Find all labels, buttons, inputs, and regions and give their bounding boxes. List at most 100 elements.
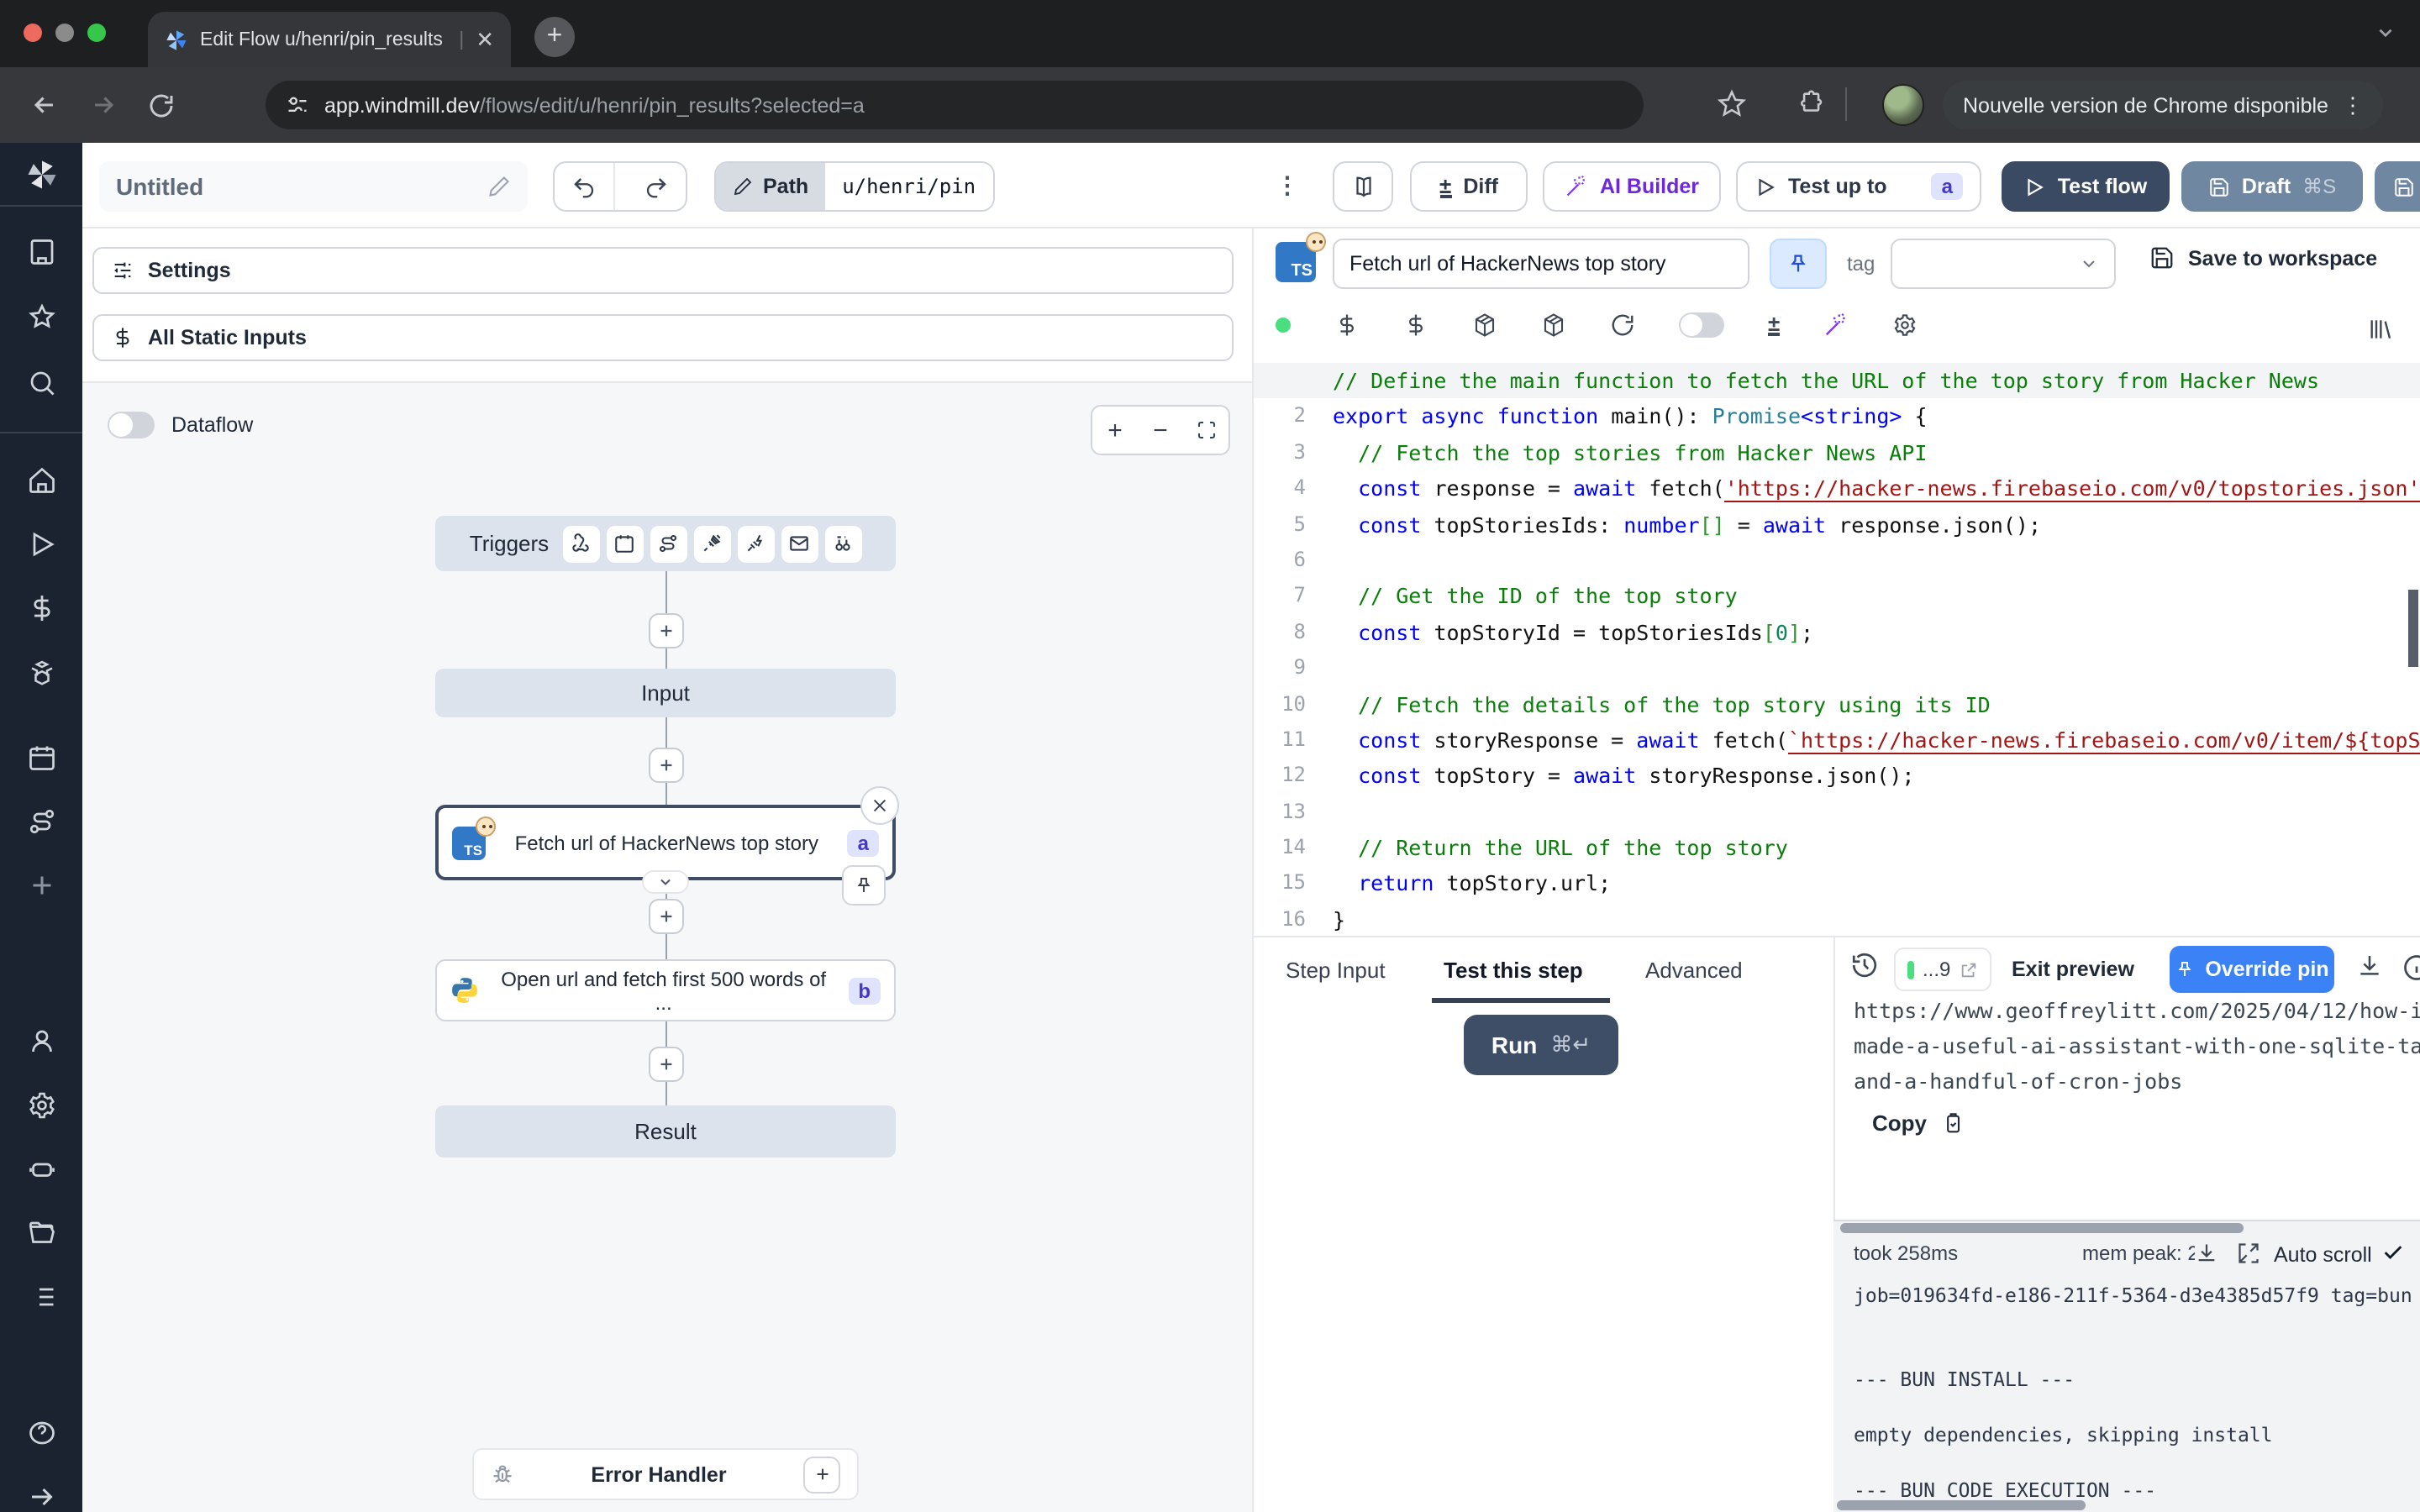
close-window-button[interactable]	[24, 24, 42, 42]
error-handler-node[interactable]: Error Handler	[472, 1448, 859, 1500]
edit-pencil-icon[interactable]	[487, 175, 511, 198]
result-url[interactable]: https://www.geoffreylitt.com/2025/04/12/…	[1854, 993, 2408, 1099]
back-icon[interactable]	[30, 91, 59, 119]
package-icon[interactable]	[1541, 312, 1566, 338]
insert-step-button[interactable]	[649, 1047, 684, 1082]
run-button[interactable]: Run ⌘↵	[1464, 1015, 1618, 1075]
sidebar-item-account[interactable]	[26, 1026, 56, 1057]
code-content[interactable]: // Define the main function to fetch the…	[1333, 363, 2420, 936]
tag-select[interactable]	[1891, 239, 2116, 289]
url-field[interactable]: app.windmill.dev/flows/edit/u/henri/pin_…	[266, 81, 1644, 129]
undo-button[interactable]	[555, 163, 615, 210]
pin-toggle-button[interactable]	[1770, 239, 1827, 289]
logs-scrollbar-horizontal[interactable]	[1840, 1223, 2244, 1233]
triggers-node[interactable]: Triggers	[435, 516, 896, 571]
tab-advanced[interactable]: Advanced	[1645, 958, 1743, 983]
ai-assistant-icon[interactable]	[1823, 312, 1849, 338]
logs-scrollbar-bottom[interactable]	[1837, 1500, 2086, 1510]
pin-node-button[interactable]	[842, 865, 886, 906]
result-node[interactable]: Result	[435, 1105, 896, 1158]
redo-button[interactable]	[627, 163, 686, 210]
insert-step-button[interactable]	[649, 748, 684, 783]
fullscreen-button[interactable]	[1183, 407, 1228, 454]
reload-icon[interactable]	[148, 92, 175, 118]
sidebar-item-settings[interactable]	[26, 1090, 56, 1121]
exit-preview-button[interactable]: Exit preview	[2012, 958, 2134, 981]
step-title-input[interactable]: Fetch url of HackerNews top story	[1333, 239, 1749, 289]
profile-avatar[interactable]	[1882, 84, 1924, 126]
site-settings-icon[interactable]	[286, 93, 309, 117]
diff-button[interactable]: ± Diff	[1410, 161, 1528, 212]
sidebar-item-queues[interactable]	[26, 1282, 56, 1312]
sidebar-item-schedules[interactable]	[26, 743, 56, 773]
history-icon[interactable]	[1850, 951, 1879, 979]
editor-scrollbar[interactable]	[2408, 590, 2418, 667]
insert-step-button[interactable]	[649, 613, 684, 648]
draft-button[interactable]: Draft ⌘S	[2181, 161, 2363, 212]
dataflow-toggle[interactable]	[108, 412, 155, 438]
zoom-in-button[interactable]: +	[1092, 407, 1138, 454]
check-icon[interactable]	[2381, 1240, 2405, 1263]
flow-graph-canvas[interactable]: Dataflow + − Triggers	[82, 381, 1252, 1512]
chrome-update-button[interactable]: Nouvelle version de Chrome disponible ⋮	[1943, 81, 2384, 129]
browser-tab[interactable]: Edit Flow u/henri/pin_results | ✕	[148, 12, 511, 67]
help-icon[interactable]	[26, 1418, 56, 1448]
resources-icon[interactable]	[1403, 312, 1428, 338]
collapse-sidebar-icon[interactable]	[26, 1482, 56, 1512]
forward-icon[interactable]	[89, 91, 118, 119]
save-to-workspace-button[interactable]: Save to workspace	[2149, 245, 2377, 270]
zoom-out-button[interactable]: −	[1138, 407, 1183, 454]
email-trigger-icon[interactable]	[781, 525, 818, 562]
sidebar-item-workspace[interactable]	[26, 237, 56, 267]
variables-icon[interactable]	[1334, 312, 1360, 338]
flow-name-field[interactable]: Untitled	[99, 161, 528, 212]
deploy-button[interactable]: Deploy	[2375, 161, 2420, 212]
sidebar-item-runs[interactable]	[26, 529, 56, 559]
step-b-node[interactable]: Open url and fetch first 500 words of ..…	[435, 959, 896, 1021]
sidebar-item-resources[interactable]	[26, 657, 56, 687]
sidebar-item-home[interactable]	[26, 465, 56, 496]
gear-icon[interactable]	[1892, 312, 1918, 338]
tab-close-icon[interactable]: ✕	[476, 26, 494, 53]
delete-step-button[interactable]	[860, 786, 899, 825]
kafka-trigger-icon[interactable]	[737, 525, 774, 562]
job-id-pill[interactable]: ...9	[1894, 948, 1991, 991]
input-node[interactable]: Input	[435, 669, 896, 717]
diff-icon[interactable]: ±	[1768, 314, 1780, 336]
override-pin-button[interactable]: Override pin	[2170, 946, 2334, 993]
code-editor[interactable]: 12345678910111213141516 // Define the ma…	[1254, 358, 2420, 936]
more-options-icon[interactable]: ⋮	[1276, 171, 1299, 200]
logs-panel[interactable]: took 258ms mem peak: 2 Auto scroll job=0…	[1833, 1220, 2420, 1512]
step-a-node[interactable]: TS Fetch url of HackerNews top story a	[435, 805, 896, 880]
editor-toggle[interactable]	[1679, 312, 1724, 338]
reload-icon[interactable]	[1610, 312, 1635, 338]
test-flow-button[interactable]: Test flow	[2002, 161, 2170, 212]
sidebar-item-routes[interactable]	[26, 806, 56, 837]
sidebar-item-favorites[interactable]	[26, 302, 56, 333]
tab-step-input[interactable]: Step Input	[1286, 958, 1386, 983]
sidebar-item-workers[interactable]	[26, 1154, 56, 1184]
auto-scroll-label[interactable]: Auto scroll	[2274, 1243, 2372, 1267]
tab-test-this-step[interactable]: Test this step	[1444, 958, 1583, 983]
tabstrip-chevron-icon[interactable]	[2375, 22, 2396, 44]
download-logs-icon[interactable]	[2195, 1242, 2218, 1265]
sidebar-item-folders[interactable]	[26, 1218, 56, 1248]
docs-button[interactable]	[1333, 161, 1393, 212]
flow-settings-button[interactable]: Settings	[92, 247, 1234, 294]
browser-menu-icon[interactable]: ⋮	[2342, 92, 2364, 118]
route-trigger-icon[interactable]	[650, 525, 687, 562]
library-icon[interactable]	[2366, 316, 2393, 343]
add-error-handler-button[interactable]	[803, 1456, 840, 1493]
new-tab-button[interactable]: +	[534, 17, 575, 57]
copy-result-button[interactable]: Copy	[1872, 1110, 1964, 1136]
webhook-trigger-icon[interactable]	[562, 525, 599, 562]
schedule-trigger-icon[interactable]	[606, 525, 643, 562]
poll-trigger-icon[interactable]	[824, 525, 861, 562]
windmill-logo[interactable]	[23, 143, 60, 205]
info-circle-icon[interactable]	[2402, 953, 2420, 983]
bookmark-star-icon[interactable]	[1718, 89, 1746, 118]
websocket-trigger-icon[interactable]	[693, 525, 730, 562]
download-icon[interactable]	[2356, 953, 2383, 979]
minimize-window-button[interactable]	[55, 24, 74, 42]
sidebar-item-add[interactable]	[26, 870, 56, 900]
